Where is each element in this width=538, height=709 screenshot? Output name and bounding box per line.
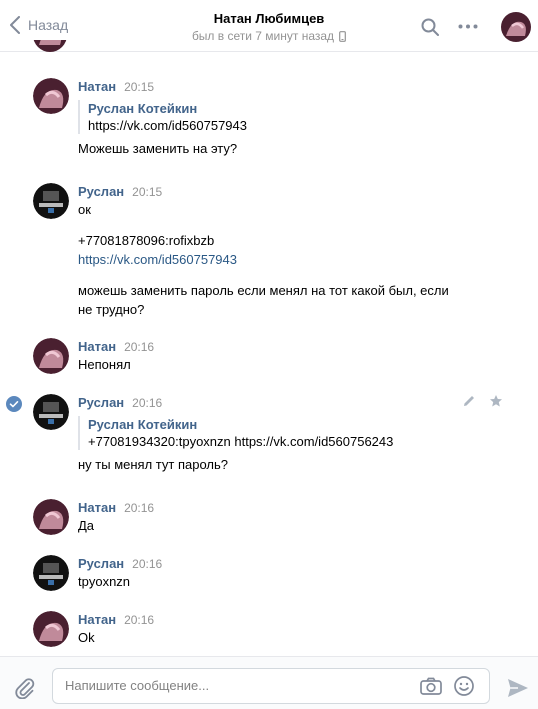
message-time[interactable]: 20:16 — [124, 500, 154, 517]
message-author[interactable]: Натан — [78, 611, 116, 628]
message-input-box[interactable] — [52, 668, 490, 704]
forwarded-author[interactable]: Руслан Котейкин — [88, 100, 478, 117]
message-text: Непонял — [78, 357, 131, 372]
avatar[interactable] — [33, 555, 69, 591]
message-text: не трудно? — [78, 302, 145, 317]
paperclip-icon[interactable] — [14, 677, 36, 699]
message-text: Можешь заменить на эту? — [78, 141, 238, 156]
check-circle-icon[interactable] — [6, 396, 22, 412]
message-time[interactable]: 20:16 — [124, 612, 154, 629]
avatar[interactable] — [33, 338, 69, 374]
message-time[interactable]: 20:15 — [124, 79, 154, 96]
message-author[interactable]: Руслан — [78, 555, 124, 572]
star-icon[interactable] — [489, 394, 503, 408]
search-icon[interactable] — [421, 18, 439, 36]
camera-icon[interactable] — [420, 677, 442, 695]
forwarded-message: Руслан Котейкин https://vk.com/id5607579… — [78, 100, 478, 134]
forwarded-text: https://vk.com/id560757943 — [88, 118, 247, 133]
status-text: был в сети 7 минут назад — [191, 29, 335, 43]
message-text: tpyoxnzn — [78, 574, 131, 589]
avatar[interactable] — [33, 183, 69, 219]
message-time[interactable]: 20:16 — [132, 395, 162, 412]
message-time[interactable]: 20:16 — [132, 556, 162, 573]
message-time[interactable]: 20:16 — [124, 339, 154, 356]
forwarded-author[interactable]: Руслан Котейкин — [88, 416, 478, 433]
message-text: Ok — [78, 630, 95, 645]
message-author[interactable]: Руслан — [78, 394, 124, 411]
message-text: ну ты менял тут пароль? — [78, 457, 228, 472]
message-author[interactable]: Натан — [78, 78, 116, 95]
forwarded-message: Руслан Котейкин +77081934320:tpyoxnzn ht… — [78, 416, 478, 450]
chat-header: Назад Натан Любимцев был в сети 7 минут … — [0, 0, 538, 52]
online-status: был в сети 7 минут назад — [192, 29, 346, 43]
avatar[interactable] — [33, 499, 69, 535]
more-icon[interactable] — [458, 24, 478, 29]
message-text: ок — [78, 202, 91, 217]
message-author[interactable]: Натан — [78, 338, 116, 355]
message-composer — [0, 656, 538, 709]
message-input[interactable] — [65, 678, 405, 693]
message-link[interactable]: https://vk.com/id560757943 — [78, 251, 478, 268]
message-author[interactable]: Натан — [78, 499, 116, 516]
phone-icon — [339, 30, 346, 42]
message-text: Да — [78, 518, 95, 533]
avatar[interactable] — [33, 611, 69, 647]
message-author[interactable]: Руслан — [78, 183, 124, 200]
message-text: +77081878096:rofixbzb — [78, 233, 215, 248]
send-icon[interactable] — [507, 678, 529, 698]
message-text: можешь заменить пароль если менял на тот… — [78, 283, 449, 298]
smile-icon[interactable] — [453, 675, 475, 697]
avatar[interactable] — [33, 394, 69, 430]
pencil-icon[interactable] — [462, 394, 476, 408]
forwarded-text: +77081934320:tpyoxnzn https://vk.com/id5… — [88, 434, 394, 449]
message-time[interactable]: 20:15 — [132, 184, 162, 201]
avatar[interactable] — [33, 78, 69, 114]
avatar — [33, 40, 67, 52]
contact-avatar[interactable] — [501, 12, 531, 42]
